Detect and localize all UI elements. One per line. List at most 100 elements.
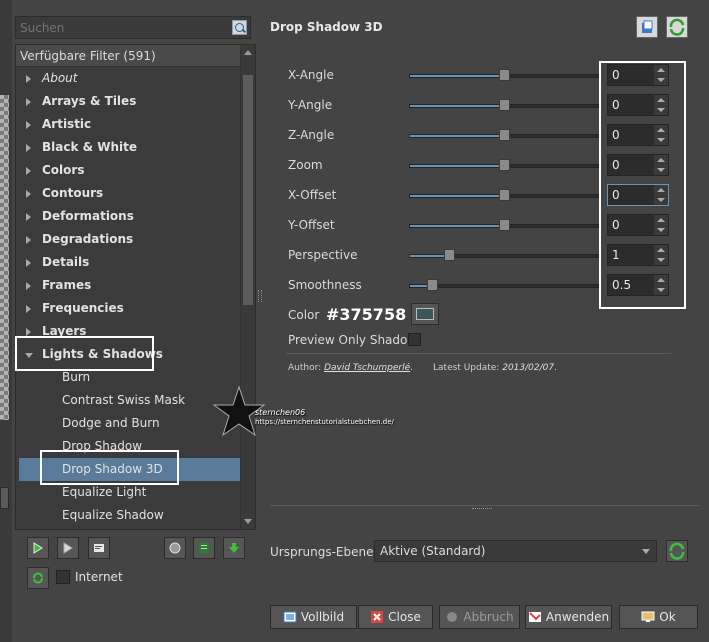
apply-button[interactable]: Anwenden xyxy=(525,605,612,629)
tree-category[interactable]: Artistic xyxy=(16,113,241,136)
author-label: Author: xyxy=(288,363,322,373)
color-swatch xyxy=(416,308,434,320)
tree-category[interactable]: Degradations xyxy=(16,228,241,251)
splitter-handle[interactable] xyxy=(258,290,262,302)
vertical-splitter-handle[interactable] xyxy=(472,508,492,512)
tree-category-label: Degradations xyxy=(42,232,134,246)
tree-scrollbar[interactable] xyxy=(240,45,255,529)
param-slider[interactable] xyxy=(409,129,599,141)
param-slider[interactable] xyxy=(409,189,599,201)
color-swatch-button[interactable] xyxy=(411,303,439,325)
update-value: 2013/02/07 xyxy=(502,363,555,373)
collapsed-arrow-icon[interactable] xyxy=(26,144,31,152)
tree-category[interactable]: Deformations xyxy=(16,205,241,228)
tree-filter[interactable]: Contrast Swiss Mask xyxy=(16,389,241,412)
add-favorite-icon xyxy=(33,542,43,554)
slider-handle[interactable] xyxy=(499,129,510,141)
scroll-up-icon[interactable] xyxy=(244,50,252,55)
internet-label: Internet xyxy=(75,570,123,584)
input-layers-select[interactable]: Aktive (Standard) xyxy=(374,540,657,562)
tree-category-label: Contours xyxy=(42,186,104,200)
slider-fill xyxy=(410,105,505,107)
collapsed-arrow-icon[interactable] xyxy=(26,75,31,83)
canvas-preview-edge xyxy=(0,95,9,420)
param-slider[interactable] xyxy=(409,219,599,231)
watermark-url: https://sternchenstutorialstuebchen.de/ xyxy=(255,418,394,426)
fullscreen-icon xyxy=(283,611,297,623)
list-icon xyxy=(199,543,209,553)
search-icon[interactable] xyxy=(232,20,247,35)
chevron-down-icon xyxy=(642,549,650,554)
edge-button[interactable] xyxy=(0,487,9,509)
slider-handle[interactable] xyxy=(426,279,438,291)
cancel-icon xyxy=(447,612,458,622)
author-info: Author: David Tschumperlé. Latest Update… xyxy=(288,363,557,373)
collapsed-arrow-icon[interactable] xyxy=(26,213,31,221)
param-slider[interactable] xyxy=(409,249,599,261)
scroll-down-icon[interactable] xyxy=(244,519,252,524)
download-button[interactable] xyxy=(223,537,245,559)
panel-divider xyxy=(270,505,699,506)
slider-handle[interactable] xyxy=(499,99,510,111)
collapsed-arrow-icon[interactable] xyxy=(26,167,31,175)
slider-handle[interactable] xyxy=(499,69,510,81)
tree-category[interactable]: About xyxy=(16,67,241,90)
tree-category[interactable]: Details xyxy=(16,251,241,274)
tree-category-label: Colors xyxy=(42,163,85,177)
tree-category-label: About xyxy=(42,71,78,85)
tree-category[interactable]: Colors xyxy=(16,159,241,182)
collapsed-arrow-icon[interactable] xyxy=(26,121,31,129)
slider-handle[interactable] xyxy=(499,189,510,201)
visibility-button[interactable] xyxy=(193,537,215,559)
collapsed-arrow-icon[interactable] xyxy=(26,305,31,313)
slider-handle[interactable] xyxy=(499,159,510,171)
tree-category[interactable]: Frequencies xyxy=(16,297,241,320)
tree-category-label: Details xyxy=(42,255,90,269)
rename-button[interactable] xyxy=(88,537,110,559)
copy-to-clipboard-button[interactable] xyxy=(636,16,658,38)
color-hex-value: #375758 xyxy=(326,305,407,324)
tree-category[interactable]: Contours xyxy=(16,182,241,205)
refresh-filters-button[interactable] xyxy=(27,567,49,589)
scroll-thumb[interactable] xyxy=(243,75,253,305)
slider-handle[interactable] xyxy=(499,219,510,231)
cancel-button[interactable]: Abbruch xyxy=(439,605,520,629)
author-link[interactable]: David Tschumperlé xyxy=(324,363,410,373)
search-input[interactable] xyxy=(16,17,226,38)
collapsed-arrow-icon[interactable] xyxy=(26,328,31,336)
fullscreen-label: Vollbild xyxy=(300,610,345,624)
fullscreen-button[interactable]: Vollbild xyxy=(270,605,357,629)
sphere-icon xyxy=(169,542,181,554)
collapsed-arrow-icon[interactable] xyxy=(26,190,31,198)
copy-icon xyxy=(642,20,653,33)
collapsed-arrow-icon[interactable] xyxy=(26,282,31,290)
collapsed-arrow-icon[interactable] xyxy=(26,98,31,106)
tree-filter[interactable]: Dodge and Burn xyxy=(16,412,241,435)
apply-label: Anwenden xyxy=(545,610,610,624)
reset-params-button[interactable] xyxy=(666,16,688,38)
collapsed-arrow-icon[interactable] xyxy=(26,259,31,267)
tree-category[interactable]: Frames xyxy=(16,274,241,297)
collapsed-arrow-icon[interactable] xyxy=(26,236,31,244)
internet-checkbox[interactable] xyxy=(56,570,70,584)
param-slider[interactable] xyxy=(409,159,599,171)
close-button[interactable]: Close xyxy=(358,605,433,629)
add-favorite-button[interactable] xyxy=(27,537,49,559)
tree-category[interactable]: Black & White xyxy=(16,136,241,159)
close-icon xyxy=(371,611,384,623)
slider-handle[interactable] xyxy=(443,249,455,261)
highlight-box-selected xyxy=(40,450,179,485)
param-slider[interactable] xyxy=(409,69,599,81)
ok-button[interactable]: Ok xyxy=(619,605,698,629)
reset-icon xyxy=(669,18,685,36)
tree-filter[interactable]: Equalize Shadow xyxy=(16,504,241,527)
highlight-box-params xyxy=(599,61,686,309)
param-slider[interactable] xyxy=(409,99,599,111)
remove-favorite-button[interactable] xyxy=(57,537,79,559)
input-layers-label: Ursprungs-Ebenen xyxy=(270,545,382,559)
tree-category[interactable]: Arrays & Tiles xyxy=(16,90,241,113)
refresh-preview-button[interactable] xyxy=(666,540,688,562)
expand-collapse-button[interactable] xyxy=(164,537,186,559)
param-slider[interactable] xyxy=(409,279,599,291)
preview-only-shadow-checkbox[interactable] xyxy=(408,333,421,346)
